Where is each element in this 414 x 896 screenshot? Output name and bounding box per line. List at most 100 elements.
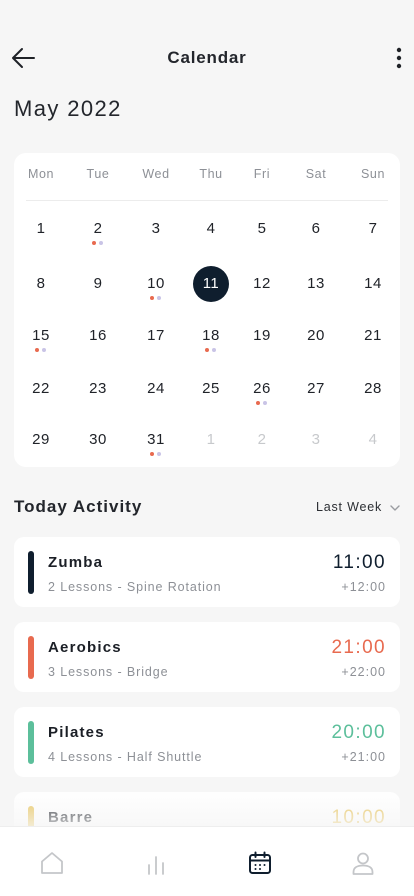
activity-description: 3 Lessons - Bridge [48, 665, 169, 679]
calendar-day-number: 25 [202, 380, 220, 397]
calendar-day-number: 2 [93, 220, 103, 237]
calendar-day-number: 7 [368, 220, 378, 237]
calendar-day[interactable]: 1 [23, 211, 59, 247]
activity-color-bar [28, 551, 34, 594]
calendar-day-number: 19 [253, 327, 271, 344]
calendar-day[interactable]: 2 [80, 211, 116, 247]
calendar-day-number: 18 [202, 327, 220, 344]
event-dot [42, 348, 46, 352]
activity-card-pilates[interactable]: Pilates 4 Lessons - Half Shuttle 20:00 +21:… [14, 707, 400, 777]
calendar-day-number: 17 [147, 327, 165, 344]
calendar-day-number: 9 [93, 275, 103, 292]
event-indicator [150, 452, 162, 456]
calendar-day[interactable]: 25 [193, 371, 229, 407]
event-dot [150, 452, 154, 456]
calendar-day[interactable]: 12 [244, 266, 280, 302]
activity-time-offset: +21:00 [341, 750, 386, 764]
event-indicator [92, 241, 104, 245]
event-dot [263, 401, 267, 405]
calendar-day-number: 22 [32, 380, 50, 397]
app-header: Calendar [0, 40, 414, 76]
activity-description: 4 Lessons - Half Shuttle [48, 750, 203, 764]
calendar-day[interactable]: 8 [23, 266, 59, 302]
calendar-day[interactable]: 23 [80, 371, 116, 407]
activity-name: Aerobics [48, 639, 122, 656]
calendar-day[interactable]: 10 [138, 266, 174, 302]
weekday-label: Wed [142, 167, 170, 181]
activity-card-aerobics[interactable]: Aerobics 3 Lessons - Bridge 21:00 +22:00 [14, 622, 400, 692]
calendar-day-next-month[interactable]: 3 [298, 422, 334, 458]
calendar-day-number: 1 [206, 431, 216, 448]
calendar-day-number: 2 [257, 431, 267, 448]
calendar-day[interactable]: 6 [298, 211, 334, 247]
event-dot [157, 296, 161, 300]
calendar-day[interactable]: 15 [23, 318, 59, 354]
calendar-day-number: 3 [151, 220, 161, 237]
activity-color-bar [28, 636, 34, 679]
event-indicator [256, 401, 268, 405]
profile-icon[interactable] [350, 850, 376, 876]
calendar-day-number: 26 [253, 380, 271, 397]
weekday-label: Fri [253, 167, 271, 181]
calendar-day[interactable]: 26 [244, 371, 280, 407]
calendar-card: Mon Tue Wed Thu Fri Sat Sun 1 2 3 4 5 6 7 8 9 10 11 12 13 1… [14, 153, 400, 467]
activity-card-zumba[interactable]: Zumba 2 Lessons - Spine Rotation 11:00 +12:… [14, 537, 400, 607]
calendar-day-number: 6 [311, 220, 321, 237]
calendar-day-number: 16 [89, 327, 107, 344]
event-dot [212, 348, 216, 352]
calendar-day-number: 24 [147, 380, 165, 397]
calendar-day-next-month[interactable]: 2 [244, 422, 280, 458]
calendar-day[interactable]: 20 [298, 318, 334, 354]
calendar-day-next-month[interactable]: 4 [355, 422, 391, 458]
calendar-day-number: 11 [202, 275, 220, 292]
activity-name: Pilates [48, 724, 105, 741]
stats-icon[interactable] [143, 850, 169, 876]
calendar-icon[interactable] [247, 850, 273, 876]
event-dot [157, 452, 161, 456]
calendar-day[interactable]: 28 [355, 371, 391, 407]
page-title: Calendar [167, 48, 247, 67]
calendar-day[interactable]: 7 [355, 211, 391, 247]
calendar-day[interactable]: 9 [80, 266, 116, 302]
home-icon[interactable] [39, 850, 65, 876]
calendar-day[interactable]: 29 [23, 422, 59, 458]
calendar-day[interactable]: 21 [355, 318, 391, 354]
calendar-day[interactable]: 19 [244, 318, 280, 354]
calendar-day-number: 10 [147, 275, 165, 292]
calendar-day[interactable]: 4 [193, 211, 229, 247]
activity-time-offset: +12:00 [341, 580, 386, 594]
calendar-day-number: 1 [36, 220, 46, 237]
bottom-navigation [0, 826, 414, 896]
calendar-day-number: 12 [253, 275, 271, 292]
month-label: May 2022 [14, 96, 122, 121]
event-indicator [150, 296, 162, 300]
event-dot [35, 348, 39, 352]
calendar-day-number: 3 [311, 431, 321, 448]
calendar-day[interactable]: 13 [298, 266, 334, 302]
calendar-day-number: 20 [307, 327, 325, 344]
event-dot [150, 296, 154, 300]
weekday-label: Tue [86, 167, 110, 181]
more-options-icon[interactable] [388, 45, 410, 71]
period-filter-label: Last Week [316, 500, 383, 514]
calendar-day-next-month[interactable]: 1 [193, 422, 229, 458]
period-filter-dropdown[interactable]: Last Week [316, 500, 400, 516]
calendar-day[interactable]: 22 [23, 371, 59, 407]
activity-section-title: Today Activity [14, 497, 143, 516]
calendar-day[interactable]: 27 [298, 371, 334, 407]
calendar-day-selected[interactable]: 11 [193, 266, 229, 302]
calendar-day[interactable]: 3 [138, 211, 174, 247]
calendar-day-number: 29 [32, 431, 50, 448]
calendar-day-number: 15 [32, 327, 50, 344]
calendar-day[interactable]: 31 [138, 422, 174, 458]
calendar-day[interactable]: 17 [138, 318, 174, 354]
activity-time-offset: +22:00 [341, 665, 386, 679]
event-indicator [35, 348, 47, 352]
calendar-day[interactable]: 30 [80, 422, 116, 458]
calendar-day[interactable]: 5 [244, 211, 280, 247]
calendar-day[interactable]: 24 [138, 371, 174, 407]
calendar-day[interactable]: 16 [80, 318, 116, 354]
calendar-day[interactable]: 18 [193, 318, 229, 354]
calendar-day[interactable]: 14 [355, 266, 391, 302]
calendar-day-number: 21 [364, 327, 382, 344]
